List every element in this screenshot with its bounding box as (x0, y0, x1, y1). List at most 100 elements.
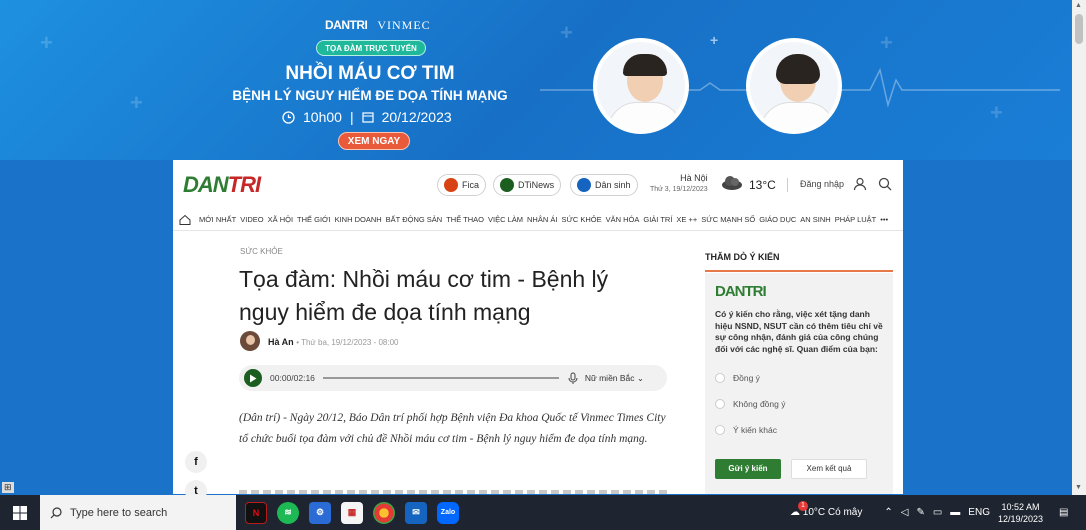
banner-date: 20/12/2023 (381, 109, 452, 125)
banner-title: NHỒI MÁU CƠ TIM (285, 63, 455, 84)
poll-question: Có ý kiến cho rằng, việc xét tặng danh h… (715, 309, 883, 354)
scroll-down-icon[interactable]: ▼ (1075, 484, 1082, 491)
netflix-app-icon[interactable]: N (245, 501, 267, 524)
nav-item-latest[interactable]: Mới nhất (197, 215, 238, 224)
nav-item-cars[interactable]: Xe ++ (674, 215, 699, 224)
banner-separator: | (349, 109, 354, 125)
windows-icon (13, 505, 27, 520)
minimized-window-icon[interactable]: ⊞ (2, 482, 14, 493)
chevron-down-icon: ⌄ (636, 372, 645, 383)
audio-progress-bar[interactable] (322, 377, 559, 379)
poll-option-agree[interactable]: Đồng ý (715, 373, 760, 383)
taskbar-search-placeholder: Type here to search (70, 506, 168, 519)
audio-time: 00:00/02:16 (270, 373, 315, 383)
article-title: Tọa đàm: Nhồi máu cơ tim - Bệnh lý nguy … (239, 266, 609, 325)
system-tray: ☁ 1 10°C Có mây ⌃ ◁ ✎ ▭ ▬ ENG 10:52 AM 1… (790, 495, 1068, 530)
view-results-button[interactable]: Xem kết quả (791, 459, 867, 479)
network-icon[interactable]: ▭ (933, 507, 942, 518)
notification-center-icon[interactable]: ▤ (1059, 507, 1068, 518)
radio-button[interactable] (715, 425, 725, 435)
chevron-up-icon[interactable]: ⌃ (884, 507, 892, 518)
dantri-site-logo[interactable]: DANTRI (183, 172, 261, 198)
scroll-up-icon[interactable]: ▲ (1075, 2, 1082, 9)
banner-schedule: 10h00 | 20/12/2023 (282, 109, 452, 125)
page-scrollbar[interactable]: ▲ ▼ (1072, 0, 1086, 495)
radio-button[interactable] (715, 373, 725, 383)
nav-item-world[interactable]: Thế giới (295, 215, 333, 224)
author-name[interactable]: Hà An (268, 337, 294, 347)
poll-heading-underline (705, 270, 893, 272)
dantri-logo: DANTRI (325, 18, 368, 32)
language-indicator[interactable]: ENG (968, 507, 990, 518)
windows-taskbar: Type here to search N ≋ ⚙ ▦ ✉ Zalo ☁ 1 1… (0, 495, 1086, 530)
nav-item-education[interactable]: Giáo dục (757, 215, 798, 224)
start-button[interactable] (0, 495, 40, 530)
fica-icon (444, 178, 458, 192)
nav-item-sports[interactable]: Thể thao (444, 215, 486, 224)
audio-player: 00:00/02:16 Nữ miền Bắc ⌄ (239, 365, 667, 391)
play-icon (250, 374, 257, 382)
spotify-app-icon[interactable]: ≋ (277, 501, 299, 524)
pen-icon[interactable]: ✎ (916, 507, 924, 518)
nav-item-jobs[interactable]: Việc làm (486, 215, 525, 224)
app-icon-mail[interactable]: ✉ (405, 501, 427, 524)
vinmec-logo: VINMEC (377, 18, 431, 32)
nav-item-culture[interactable]: Văn hóa (604, 215, 642, 224)
divider (787, 178, 788, 192)
nav-item-charity[interactable]: Nhân ái (525, 215, 559, 224)
nav-item-video[interactable]: Video (238, 215, 265, 224)
doctor-photo-male (593, 38, 689, 134)
home-icon[interactable] (173, 214, 197, 225)
nav-item-law[interactable]: Pháp luật (833, 215, 879, 224)
dan-sinh-icon (577, 178, 591, 192)
taskbar-search[interactable]: Type here to search (40, 495, 236, 530)
online-talk-pill: TỌA ĐÀM TRỰC TUYẾN (316, 40, 426, 56)
nav-item-welfare[interactable]: An sinh (798, 215, 832, 224)
search-icon[interactable] (878, 177, 892, 191)
voice-select[interactable]: Nữ miền Bắc ⌄ (585, 373, 644, 384)
submit-vote-button[interactable]: Gửi ý kiến (715, 459, 781, 479)
nav-item-real-estate[interactable]: Bất động sản (384, 215, 445, 224)
speaker-icon[interactable]: ◁ (901, 507, 909, 518)
voice-icon (568, 372, 578, 384)
weather-widget[interactable]: ☁ 1 10°C Có mây (790, 501, 862, 518)
facebook-share-button[interactable]: f (185, 451, 207, 473)
plus-decoration: + (880, 30, 893, 55)
calendar-icon (361, 112, 374, 123)
chrome-icon[interactable] (373, 501, 395, 524)
fica-link[interactable]: Fica (437, 174, 487, 196)
play-button[interactable] (244, 369, 262, 387)
radio-button[interactable] (715, 399, 725, 409)
watch-now-button[interactable]: XEM NGAY (338, 132, 410, 150)
battery-icon[interactable]: ▬ (950, 507, 960, 518)
nav-item-society[interactable]: Xã hội (266, 215, 295, 224)
promo-banner[interactable]: + + + + + + DANTRI VINMEC TỌA ĐÀM TRỰC T… (0, 0, 1072, 160)
nav-item-digital[interactable]: Sức mạnh số (699, 215, 757, 224)
dan-sinh-link[interactable]: Dân sinh (570, 174, 638, 196)
article-category[interactable]: Sức khỏe (240, 247, 283, 256)
poll-logo: DANTRI (715, 283, 767, 300)
article-lead: (Dân trí) - Ngày 20/12, Báo Dân trí phối… (239, 412, 666, 445)
clock-icon (282, 110, 295, 124)
poll-option-disagree[interactable]: Không đồng ý (715, 399, 785, 409)
author-avatar[interactable] (240, 331, 260, 351)
app-icon-calendar[interactable]: ▦ (341, 501, 363, 524)
app-icon-blue[interactable]: ⚙ (309, 501, 331, 524)
cloud-icon (722, 176, 742, 190)
nav-item-business[interactable]: Kinh doanh (333, 215, 384, 224)
dtinews-icon (500, 178, 514, 192)
scroll-thumb[interactable] (1075, 14, 1083, 44)
poll-option-other[interactable]: Ý kiến khác (715, 425, 777, 435)
nav-item-entertainment[interactable]: Giải trí (641, 215, 674, 224)
temperature: 13°C (749, 178, 776, 192)
notification-badge: 1 (798, 501, 808, 511)
nav-item-health[interactable]: Sức khỏe (559, 215, 603, 224)
poll-box: DANTRI Có ý kiến cho rằng, việc xét tặng… (705, 273, 893, 494)
nav-more-button[interactable]: ••• (878, 215, 890, 224)
taskbar-clock[interactable]: 10:52 AM 12/19/2023 (998, 501, 1043, 525)
dtinews-link[interactable]: DTiNews (493, 174, 562, 196)
banner-subtitle: BỆNH LÝ NGUY HIỂM ĐE DỌA TÍNH MẠNG (232, 88, 508, 103)
user-icon[interactable] (853, 177, 867, 191)
login-link[interactable]: Đăng nhập (800, 179, 844, 189)
zalo-app-icon[interactable]: Zalo (437, 501, 459, 524)
